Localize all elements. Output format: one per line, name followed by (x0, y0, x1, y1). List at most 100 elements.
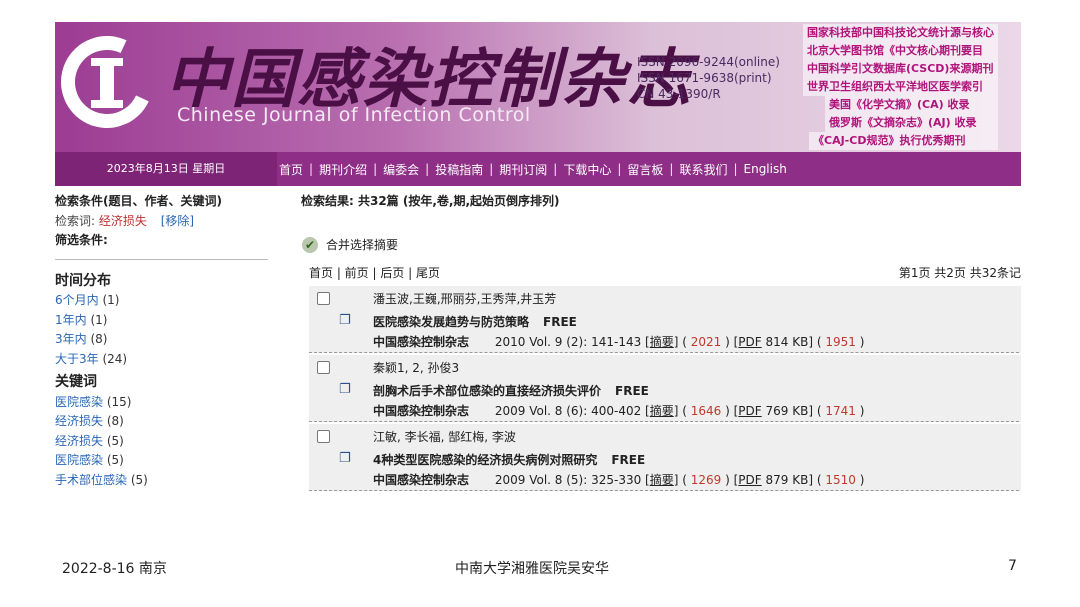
keyword-value: 经济损失 (98, 213, 147, 228)
keyword-filter-label[interactable]: 医院感染 (55, 453, 103, 467)
nav-contact[interactable]: 联系我们 (679, 161, 727, 178)
abstract-count: 2021 (690, 335, 722, 349)
record-authors: 秦颖1, 2, 孙俊3 (373, 361, 460, 375)
pdf-count: 1741 (825, 404, 856, 418)
index-line: 俄罗斯《文摘杂志》(AJ) 收录 (825, 114, 998, 132)
keyword-filter-label[interactable]: 医院感染 (55, 395, 103, 409)
keyword-filter-item[interactable]: 医院感染 (15) (55, 393, 270, 413)
keyword-filter-item[interactable]: 经济损失 (8) (55, 412, 270, 432)
index-listing: 国家科技部中国科技论文统计源与核心 北京大学图书馆《中文核心期刊要目 中国科学引… (803, 24, 998, 150)
pager-links[interactable]: 首页 | 前页 | 后页 | 尾页 (309, 266, 440, 280)
time-filter-label[interactable]: 3年内 (55, 332, 87, 346)
index-line: 《CAJ-CD规范》执行优秀期刊 (809, 132, 998, 150)
pdf-link[interactable]: PDF (738, 473, 761, 487)
record-journal: 中国感染控制杂志 (373, 335, 470, 349)
footer-page-number: 7 (1008, 558, 1017, 574)
nav-subscription[interactable]: 期刊订阅 (499, 161, 547, 178)
abstract-count: 1646 (690, 404, 722, 418)
nav-sep: | (617, 162, 622, 176)
time-filter-label[interactable]: 6个月内 (55, 293, 99, 307)
abstract-count: 1269 (690, 473, 722, 487)
issn-print: ISSN 1671-9638(print) (637, 71, 772, 85)
index-line: 世界卫生组织西太平洋地区医学索引 (803, 78, 998, 96)
abstract-link[interactable]: 摘要 (650, 335, 674, 349)
nav-journal-intro[interactable]: 期刊介绍 (319, 161, 367, 178)
footer-author: 中南大学湘雅医院吴安华 (455, 561, 609, 577)
free-badge: FREE (611, 453, 646, 467)
index-line: 中国科学引文数据库(CSCD)来源期刊 (803, 60, 998, 78)
record-title-row: 医院感染发展趋势与防范策略 FREE (373, 313, 577, 330)
nav-sep: | (669, 162, 674, 176)
keyword-filter-count: (5) (130, 472, 148, 487)
merge-abstracts[interactable]: ✔ 合并选择摘要 (302, 236, 398, 253)
time-filter-item[interactable]: 3年内 (8) (55, 330, 270, 350)
time-filter-label[interactable]: 大于3年 (55, 352, 99, 366)
nav-home[interactable]: 首页 (279, 161, 303, 178)
nav-sep: | (553, 162, 558, 176)
pdf-size: 879 KB (765, 473, 809, 487)
journal-title-en: Chinese Journal of Infection Control (177, 104, 531, 126)
record-title[interactable]: 医院感染发展趋势与防范策略 (373, 315, 529, 329)
nav-sep: | (373, 162, 378, 176)
result-record: 江敏, 李长福, 郜红梅, 李波 ❐ 4种类型医院感染的经济损失病例对照研究 FR… (309, 424, 1021, 491)
keyword-row: 检索词: 经济损失 [移除] (55, 212, 270, 232)
document-icon: ❐ (339, 382, 351, 397)
pagination: 首页 | 前页 | 后页 | 尾页 第1页 共2页 共32条记 (309, 264, 1021, 281)
record-journal: 中国感染控制杂志 (373, 404, 470, 418)
time-filter-count: (1) (102, 293, 120, 307)
record-meta: 中国感染控制杂志 2010 Vol. 9 (2): 141-143 [摘要] (… (373, 335, 865, 349)
record-citation: 2009 Vol. 8 (6): 400-402 (494, 404, 642, 418)
pdf-link[interactable]: PDF (738, 335, 761, 349)
record-citation: 2010 Vol. 9 (2): 141-143 (494, 335, 642, 349)
record-citation: 2009 Vol. 8 (5): 325-330 (494, 473, 642, 487)
time-filter-count: (24) (102, 351, 128, 366)
nav-message-board[interactable]: 留言板 (627, 161, 663, 178)
keyword-filter-count: (15) (106, 394, 132, 409)
keyword-filter-label[interactable]: 手术部位感染 (55, 473, 127, 487)
abstract-link[interactable]: 摘要 (650, 404, 674, 418)
filter-sidebar: 检索条件(题目、作者、关键词) 检索词: 经济损失 [移除] 筛选条件: 时间分… (55, 192, 270, 490)
record-authors: 江敏, 李长福, 郜红梅, 李波 (373, 430, 516, 444)
record-checkbox[interactable] (317, 361, 330, 374)
time-filter-count: (8) (90, 332, 108, 346)
keywords-heading: 关键词 (55, 374, 97, 390)
record-authors: 潘玉波,王巍,邢丽芬,王秀萍,井玉芳 (373, 292, 557, 306)
document-icon: ❐ (339, 451, 351, 466)
nav-sep: | (489, 162, 494, 176)
record-journal: 中国感染控制杂志 (373, 473, 470, 487)
merge-label[interactable]: 合并选择摘要 (326, 236, 398, 253)
keyword-label: 检索词: (55, 213, 96, 228)
document-icon: ❐ (339, 313, 351, 328)
checkmark-icon[interactable]: ✔ (302, 236, 318, 253)
record-checkbox[interactable] (317, 292, 330, 305)
abstract-link[interactable]: 摘要 (650, 473, 674, 487)
issn-online: ISSN 2096-9244(online) (637, 55, 780, 69)
keyword-filter-item[interactable]: 手术部位感染 (5) (55, 471, 270, 491)
time-filter-item[interactable]: 6个月内 (1) (55, 291, 270, 311)
record-checkbox[interactable] (317, 430, 330, 443)
time-filter-item[interactable]: 1年内 (1) (55, 311, 270, 331)
record-title[interactable]: 剖胸术后手术部位感染的直接经济损失评价 (373, 384, 601, 398)
remove-keyword-link[interactable]: [移除] (161, 214, 194, 228)
cn-number: CN 43-1390/R (637, 87, 721, 101)
keyword-filter-item[interactable]: 医院感染 (5) (55, 451, 270, 471)
main-nav: 2023年8月13日 星期日 首页 | 期刊介绍 | 编委会 | 投稿指南 | 期刊订阅… (55, 152, 1021, 186)
record-title[interactable]: 4种类型医院感染的经济损失病例对照研究 (373, 453, 597, 467)
pdf-link[interactable]: PDF (738, 404, 761, 418)
nav-editorial-board[interactable]: 编委会 (383, 161, 419, 178)
keyword-filter-item[interactable]: 经济损失 (5) (55, 432, 270, 452)
time-filter-count: (1) (90, 312, 108, 327)
nav-english[interactable]: English (744, 162, 787, 176)
result-record: 潘玉波,王巍,邢丽芬,王秀萍,井玉芳 ❐ 医院感染发展趋势与防范策略 FREE 中… (309, 286, 1021, 353)
time-filter-item[interactable]: 大于3年 (24) (55, 350, 270, 370)
time-filter-label[interactable]: 1年内 (55, 313, 87, 327)
free-badge: FREE (615, 384, 649, 398)
results-panel: 检索结果: 共32篇 (按年,卷,期,起始页倒序排列) ✔ 合并选择摘要 首页 … (301, 192, 1021, 491)
keyword-filter-label[interactable]: 经济损失 (55, 414, 103, 428)
index-line: 美国《化学文摘》(CA) 收录 (825, 96, 998, 114)
keyword-filter-label[interactable]: 经济损失 (55, 434, 103, 448)
pager-status: 第1页 共2页 共32条记 (898, 266, 1021, 280)
nav-submission-guide[interactable]: 投稿指南 (435, 161, 483, 178)
nav-downloads[interactable]: 下载中心 (563, 161, 611, 178)
journal-logo-bar (91, 58, 123, 108)
